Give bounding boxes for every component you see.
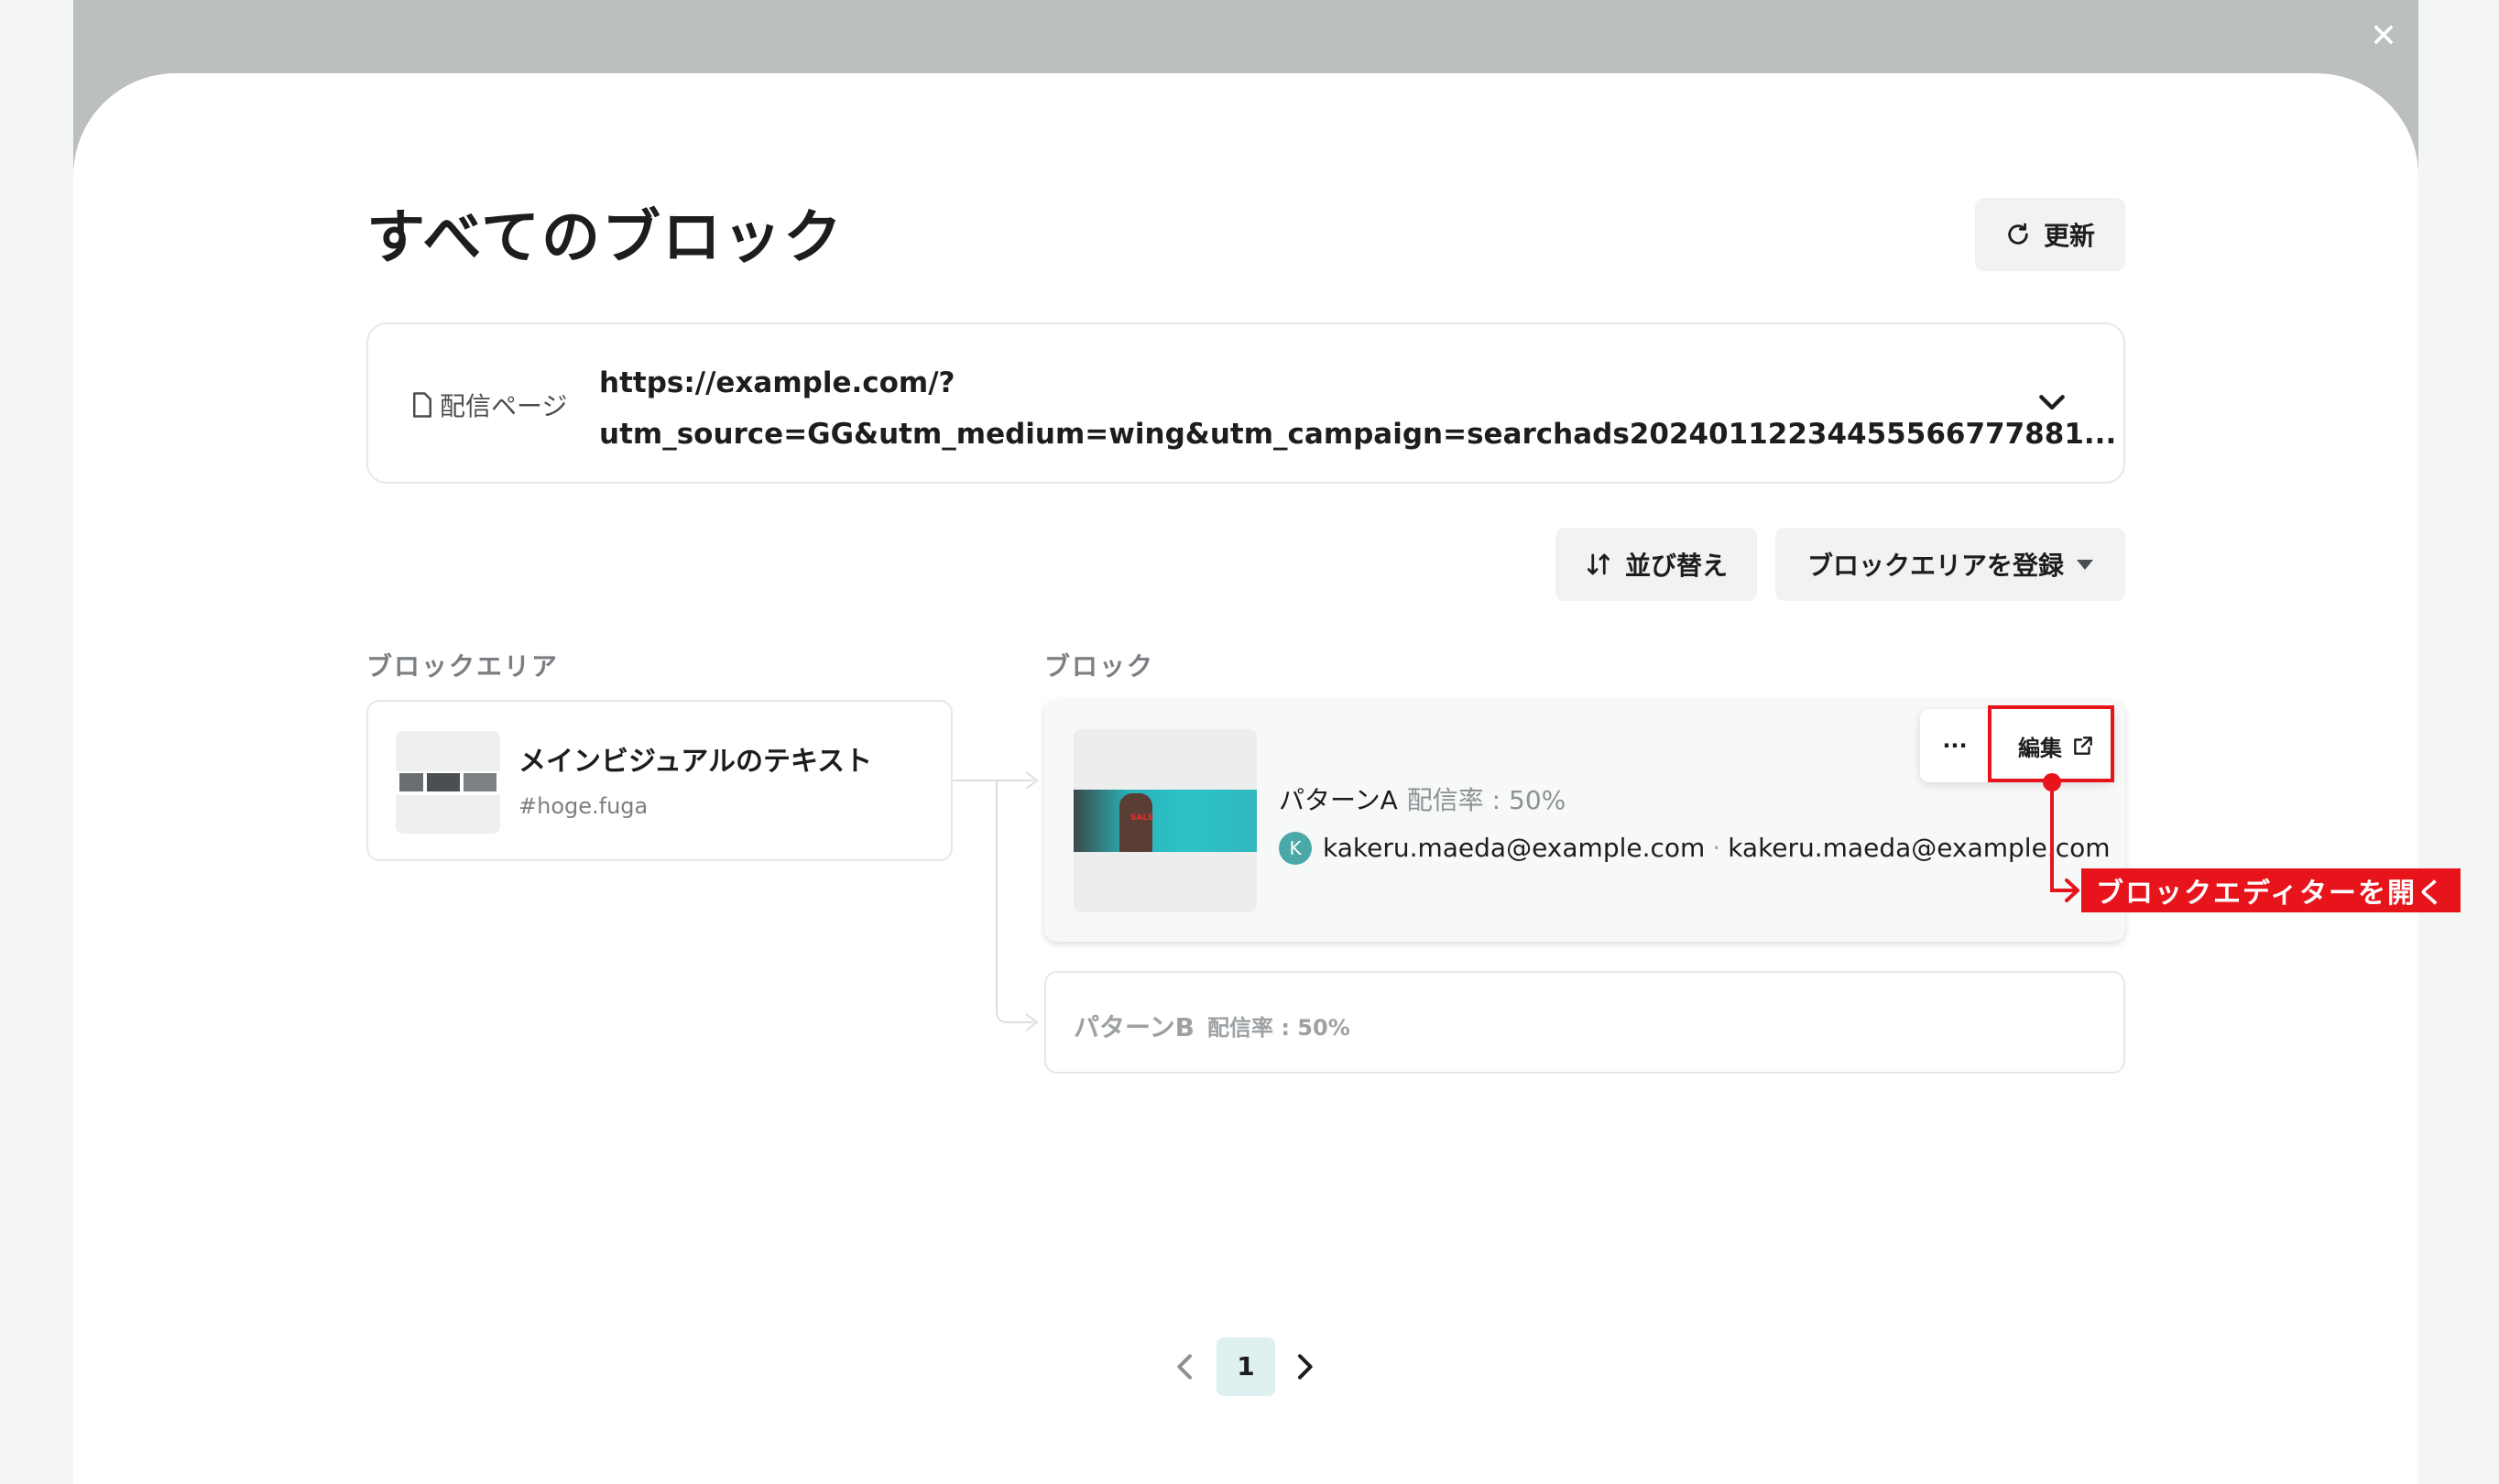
pagination: 1 xyxy=(1162,1337,1337,1396)
sort-icon xyxy=(1587,553,1610,575)
user-email-2: kakeru.maeda@example.com xyxy=(1728,833,2111,863)
delivery-page-url: https://example.com/? utm_source=GG&utm_… xyxy=(599,357,2116,460)
block-pattern-a-card[interactable]: SALE パターンA 配信率 : 50% K kakeru.maeda@examp… xyxy=(1044,700,2125,942)
block-area-selector: #hoge.fuga xyxy=(518,793,649,819)
block-pattern-a-thumbnail: SALE xyxy=(1074,729,1257,912)
block-actions: ··· 編集 xyxy=(1920,709,2114,782)
block-pattern-b-card[interactable]: パターンB 配信率 : 50% xyxy=(1044,971,2125,1074)
caret-down-icon xyxy=(2077,559,2093,570)
refresh-icon xyxy=(2008,223,2028,245)
url-line-1: https://example.com/? xyxy=(599,366,955,399)
url-line-2: utm_source=GG&utm_medium=wing&utm_campai… xyxy=(599,418,2117,451)
register-label: ブロックエリアを登録 xyxy=(1806,551,2064,581)
chevron-left-icon[interactable] xyxy=(1167,1348,1204,1385)
block-section-label: ブロック xyxy=(1044,651,1155,682)
pattern-b-rate: 配信率 : 50% xyxy=(1207,1015,1350,1041)
block-area-thumbnail xyxy=(396,731,500,834)
refresh-button[interactable]: 更新 xyxy=(1975,198,2125,271)
chevron-down-icon[interactable] xyxy=(2034,385,2070,421)
user-separator: · xyxy=(1712,833,1721,863)
edit-label: 編集 xyxy=(2018,735,2062,761)
pattern-a-rate: 配信率 : 50% xyxy=(1406,785,1566,815)
close-icon[interactable]: ✕ xyxy=(2363,16,2404,57)
avatar: K xyxy=(1279,832,1312,865)
edit-button[interactable]: 編集 xyxy=(1999,709,2114,782)
pattern-a-users: kakeru.maeda@example.com · kakeru.maeda@ex… xyxy=(1323,832,2111,865)
callout-label: ブロックエディターを開く xyxy=(2081,868,2461,912)
banner-sale-text: SALE xyxy=(1130,813,1154,823)
pattern-a-name: パターンA 配信率 : 50% xyxy=(1279,780,1566,817)
pattern-a-title: パターンA xyxy=(1279,785,1398,815)
register-block-area-button[interactable]: ブロックエリアを登録 xyxy=(1775,528,2125,601)
chevron-right-icon[interactable] xyxy=(1286,1348,1323,1385)
block-area-name: メインビジュアルのテキスト xyxy=(518,746,873,778)
delivery-page-selector[interactable]: 配信ページ https://example.com/? utm_source=G… xyxy=(366,322,2125,484)
block-area-section-label: ブロックエリア xyxy=(366,651,560,682)
pattern-b-name: パターンB xyxy=(1074,1012,1195,1042)
refresh-label: 更新 xyxy=(2043,221,2095,251)
block-area-card[interactable]: メインビジュアルのテキスト #hoge.fuga xyxy=(366,700,953,861)
external-link-icon xyxy=(2074,737,2092,755)
page-title: すべてのブロック xyxy=(366,204,844,272)
delivery-page-label: 配信ページ xyxy=(410,387,567,423)
sort-label: 並び替え xyxy=(1624,551,1728,581)
document-icon xyxy=(413,392,431,418)
more-button[interactable]: ··· xyxy=(1920,709,1990,782)
delivery-page-label-text: 配信ページ xyxy=(440,391,568,421)
pagination-page-1[interactable]: 1 xyxy=(1217,1337,1275,1396)
sort-button[interactable]: 並び替え xyxy=(1555,528,1757,601)
user-email-1: kakeru.maeda@example.com xyxy=(1323,833,1706,863)
